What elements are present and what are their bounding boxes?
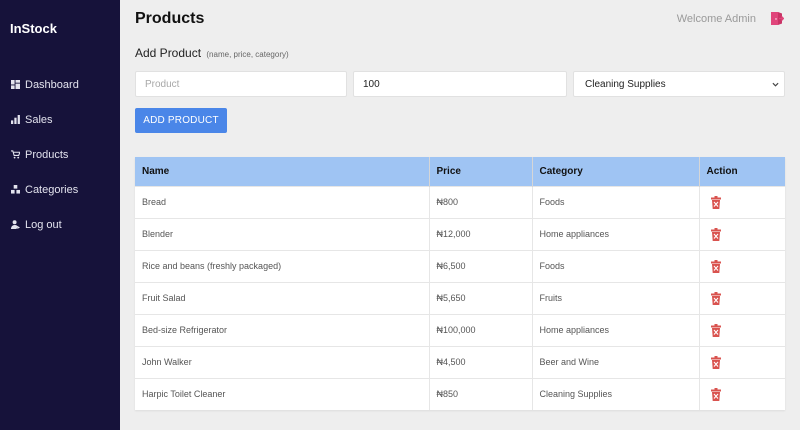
action-cell: [699, 249, 785, 282]
bar-chart-icon: [10, 115, 20, 125]
column-header-name[interactable]: Name: [135, 157, 430, 186]
door-exit-icon[interactable]: [770, 11, 784, 26]
product-category-cell: Foods: [532, 249, 700, 282]
table-row: Rice and beans (freshly packaged) ₦6,500…: [135, 249, 785, 282]
trash-icon[interactable]: [710, 227, 721, 241]
price-input[interactable]: [353, 71, 567, 97]
product-name-input[interactable]: [135, 71, 347, 97]
product-name-cell: John Walker: [135, 345, 430, 378]
add-product-title: Add Product: [135, 46, 202, 60]
table-row: Harpic Toilet Cleaner ₦850 Cleaning Supp…: [135, 377, 785, 410]
column-header-price[interactable]: Price: [429, 157, 533, 186]
table-row: Blender ₦12,000 Home appliances: [135, 217, 785, 250]
sidebar: InStock Dashboard Sales Products Categor…: [0, 0, 120, 430]
product-category-cell: Fruits: [532, 281, 700, 314]
action-cell: [699, 185, 785, 218]
product-category-cell: Home appliances: [532, 313, 700, 346]
sidebar-item-label: Categories: [25, 183, 79, 196]
sidebar-item-logout[interactable]: Log out: [10, 216, 79, 233]
action-cell: [699, 281, 785, 314]
product-price-cell: ₦850: [429, 377, 533, 410]
action-cell: [699, 377, 785, 410]
product-category-cell: Cleaning Supplies: [532, 377, 700, 410]
product-category-cell: Home appliances: [532, 217, 700, 250]
sidebar-item-label: Log out: [25, 218, 62, 231]
cart-icon: [10, 150, 20, 160]
page-title: Products: [135, 10, 205, 27]
main-content: Products Welcome Admin Add Product (name…: [120, 0, 800, 430]
category-select-value: Cleaning Supplies: [585, 78, 666, 90]
table-row: Bed-size Refrigerator ₦100,000 Home appl…: [135, 313, 785, 346]
welcome-text: Welcome Admin: [676, 13, 756, 25]
table-row: Bread ₦800 Foods: [135, 185, 785, 218]
category-select[interactable]: Cleaning Supplies: [573, 71, 785, 97]
sidebar-item-label: Dashboard: [25, 78, 79, 91]
sidebar-item-sales[interactable]: Sales: [10, 111, 79, 128]
action-cell: [699, 217, 785, 250]
products-table: Name Price Category Action Bread ₦800 Fo…: [135, 157, 785, 410]
sidebar-nav: Dashboard Sales Products Categories Log …: [10, 76, 79, 251]
add-product-hint: (name, price, category): [206, 50, 289, 59]
column-header-category[interactable]: Category: [532, 157, 700, 186]
product-price-cell: ₦6,500: [429, 249, 533, 282]
product-price-cell: ₦5,650: [429, 281, 533, 314]
product-name-cell: Bread: [135, 185, 430, 218]
product-price-cell: ₦12,000: [429, 217, 533, 250]
add-product-button[interactable]: ADD PRODUCT: [135, 108, 227, 133]
product-name-cell: Blender: [135, 217, 430, 250]
sidebar-item-label: Products: [25, 148, 69, 161]
product-name-cell: Rice and beans (freshly packaged): [135, 249, 430, 282]
product-price-cell: ₦4,500: [429, 345, 533, 378]
trash-icon[interactable]: [710, 291, 721, 305]
trash-icon[interactable]: [710, 195, 721, 209]
action-cell: [699, 313, 785, 346]
trash-icon[interactable]: [710, 355, 721, 369]
dashboard-icon: [10, 80, 20, 90]
sidebar-item-categories[interactable]: Categories: [10, 181, 79, 198]
action-cell: [699, 345, 785, 378]
product-category-cell: Foods: [532, 185, 700, 218]
table-row: Fruit Salad ₦5,650 Fruits: [135, 281, 785, 314]
add-product-heading: Add Product (name, price, category): [135, 46, 289, 60]
cubes-icon: [10, 185, 20, 195]
sidebar-item-label: Sales: [25, 113, 53, 126]
product-name-cell: Fruit Salad: [135, 281, 430, 314]
product-name-cell: Harpic Toilet Cleaner: [135, 377, 430, 410]
sidebar-item-products[interactable]: Products: [10, 146, 79, 163]
trash-icon[interactable]: [710, 259, 721, 273]
product-price-cell: ₦800: [429, 185, 533, 218]
user-logout-icon: [10, 220, 20, 230]
table-header-row: Name Price Category Action: [135, 157, 785, 186]
product-name-cell: Bed-size Refrigerator: [135, 313, 430, 346]
chevron-down-icon: [772, 82, 779, 87]
table-row: John Walker ₦4,500 Beer and Wine: [135, 345, 785, 378]
brand-logo[interactable]: InStock: [10, 21, 57, 36]
trash-icon[interactable]: [710, 323, 721, 337]
product-price-cell: ₦100,000: [429, 313, 533, 346]
column-header-action: Action: [699, 157, 785, 186]
product-category-cell: Beer and Wine: [532, 345, 700, 378]
sidebar-item-dashboard[interactable]: Dashboard: [10, 76, 79, 93]
trash-icon[interactable]: [710, 387, 721, 401]
